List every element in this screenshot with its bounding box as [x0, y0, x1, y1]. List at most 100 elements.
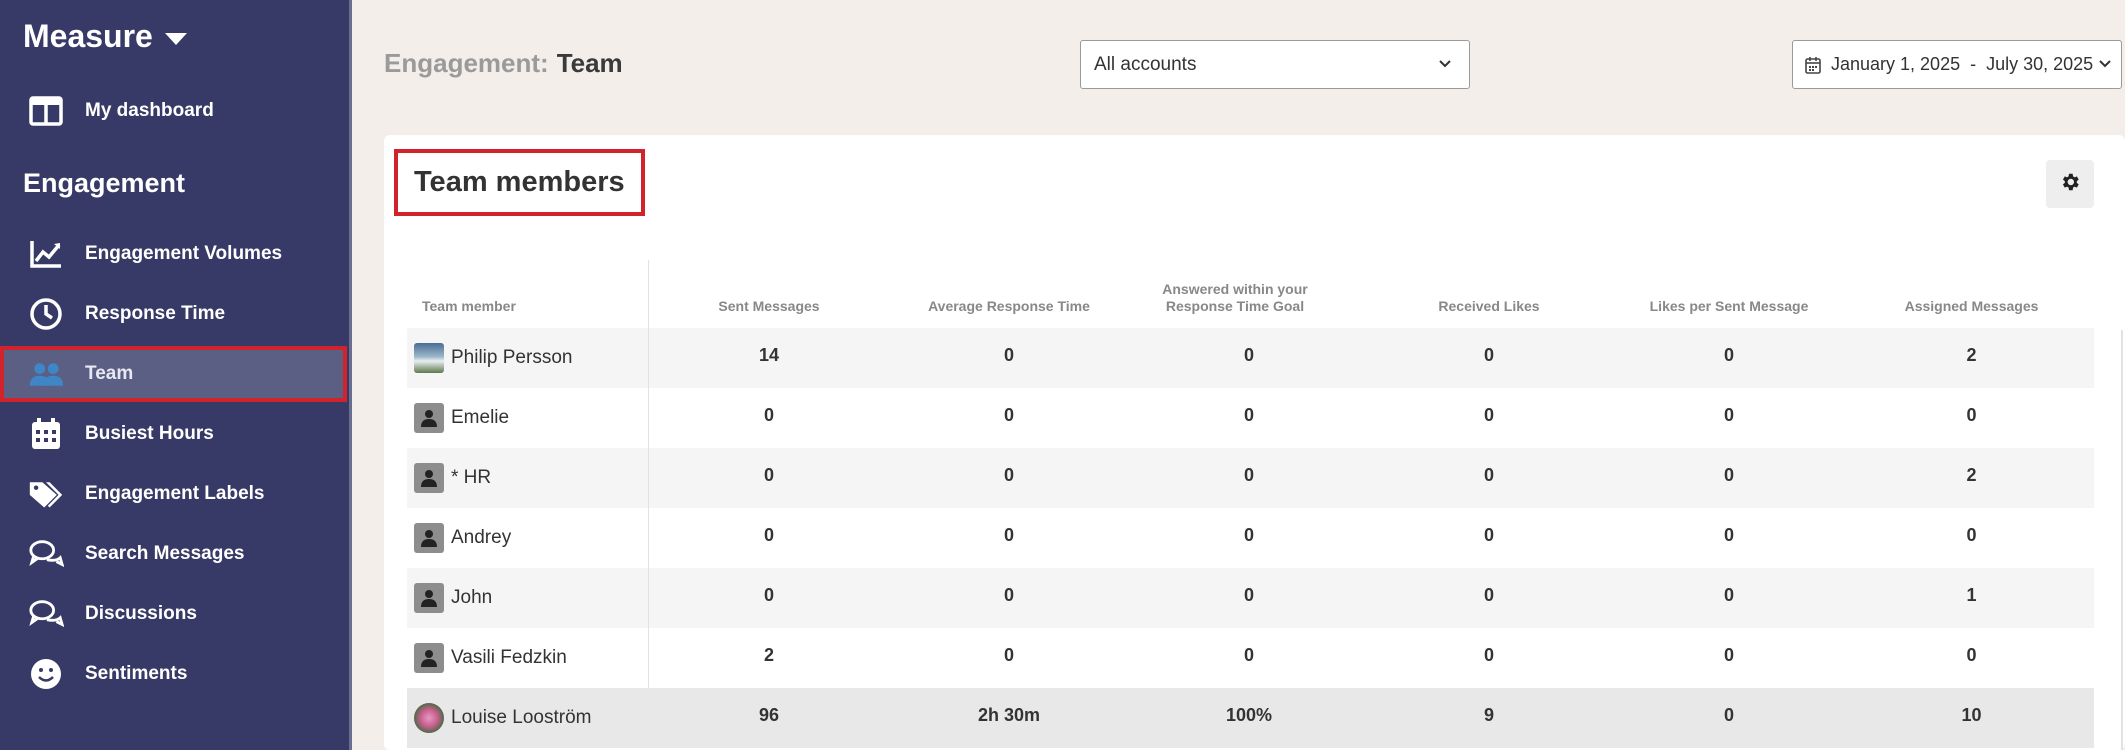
- cell-sent-messages: 0: [763, 464, 774, 485]
- date-range-end: July 30, 2025: [1986, 54, 2094, 74]
- user-icon: [421, 410, 437, 427]
- team-member-cell: * HR: [407, 448, 649, 508]
- column-header-received-likes[interactable]: Received Likes: [1369, 260, 1609, 328]
- chat-bubbles-icon: [28, 536, 64, 572]
- sidebar-item-label: Engagement Labels: [85, 483, 265, 504]
- date-range-separator: -: [1970, 54, 1977, 74]
- chevron-down-icon: [2097, 56, 2113, 77]
- team-member-name[interactable]: Louise Looström: [451, 707, 591, 729]
- smiley-icon: [28, 656, 64, 692]
- people-icon: [28, 356, 64, 392]
- user-icon: [421, 470, 437, 487]
- cell-sent-messages: 96: [758, 704, 780, 725]
- table-header: Team member Sent Messages Average Respon…: [407, 260, 2094, 328]
- team-member-name[interactable]: Vasili Fedzkin: [451, 647, 567, 669]
- column-header-average-response-time[interactable]: Average Response Time: [889, 260, 1129, 328]
- team-member-cell: Louise Looström: [407, 688, 649, 748]
- sidebar-item-search-messages[interactable]: Search Messages: [0, 526, 345, 582]
- column-header-team-member[interactable]: Team member: [407, 260, 649, 328]
- cell-answered-within-goal: 100%: [1225, 704, 1273, 725]
- cell-sent-messages: 0: [763, 584, 774, 605]
- cell-average-response-time: 0: [1003, 584, 1014, 605]
- cell-answered-within-goal: 0: [1243, 644, 1254, 665]
- team-member-name[interactable]: Andrey: [451, 527, 511, 549]
- sidebar-item-engagement-labels[interactable]: Engagement Labels: [0, 466, 345, 522]
- date-range-select[interactable]: January 1, 2025 - July 30, 2025: [1792, 40, 2122, 89]
- account-select[interactable]: All accounts: [1080, 40, 1470, 89]
- cell-average-response-time: 0: [1003, 464, 1014, 485]
- settings-button[interactable]: [2046, 160, 2094, 208]
- sidebar-item-sentiments[interactable]: Sentiments: [0, 646, 345, 702]
- cell-assigned-messages: 0: [1966, 644, 1977, 665]
- cell-answered-within-goal: 0: [1243, 404, 1254, 425]
- sidebar: Measure My dashboard Engagement Engageme…: [0, 0, 352, 750]
- clock-icon: [28, 296, 64, 332]
- cell-likes-per-sent-message: 0: [1723, 524, 1734, 545]
- team-member-cell: Philip Persson: [407, 328, 649, 388]
- sidebar-item-label: Search Messages: [85, 543, 245, 564]
- cell-received-likes: 0: [1483, 344, 1494, 365]
- column-header-assigned-messages[interactable]: Assigned Messages: [1849, 260, 2094, 328]
- table-scrollbar[interactable]: [2121, 330, 2123, 750]
- sidebar-item-label: Sentiments: [85, 663, 188, 684]
- gear-icon: [2059, 171, 2081, 198]
- team-member-cell: Andrey: [407, 508, 649, 568]
- dashboard-icon: [28, 93, 64, 129]
- sidebar-item-busiest-hours[interactable]: Busiest Hours: [0, 406, 345, 462]
- team-member-name[interactable]: * HR: [451, 467, 491, 489]
- sidebar-item-team[interactable]: Team: [0, 346, 347, 402]
- sidebar-item-label: Team: [85, 363, 134, 384]
- cell-average-response-time: 0: [1003, 644, 1014, 665]
- trend-chart-icon: [28, 236, 64, 272]
- sidebar-item-discussions[interactable]: Discussions: [0, 586, 345, 642]
- cell-sent-messages: 0: [763, 524, 774, 545]
- sidebar-item-label: Engagement Volumes: [85, 243, 283, 264]
- user-icon: [421, 650, 437, 667]
- team-member-cell: Emelie: [407, 388, 649, 448]
- page-title-prefix: Engagement:: [384, 48, 549, 78]
- column-header-sent-messages[interactable]: Sent Messages: [649, 260, 889, 328]
- sidebar-item-response-time[interactable]: Response Time: [0, 286, 345, 342]
- team-member-cell: John: [407, 568, 649, 628]
- measure-menu[interactable]: Measure: [23, 18, 187, 55]
- cell-answered-within-goal: 0: [1243, 584, 1254, 605]
- cell-likes-per-sent-message: 0: [1723, 704, 1734, 725]
- table-row: Vasili Fedzkin 2 0 0 0 0 0: [407, 628, 2094, 688]
- sidebar-item-my-dashboard[interactable]: My dashboard: [0, 83, 345, 139]
- table-row: Andrey 0 0 0 0 0 0: [407, 508, 2094, 568]
- sidebar-section-engagement: Engagement: [23, 168, 186, 198]
- team-member-name[interactable]: Philip Persson: [451, 347, 572, 369]
- sidebar-item-label: My dashboard: [85, 100, 214, 121]
- chevron-down-icon: [1437, 56, 1453, 78]
- cell-answered-within-goal: 0: [1243, 464, 1254, 485]
- page-title: Engagement: Team: [384, 48, 623, 79]
- cell-likes-per-sent-message: 0: [1723, 644, 1734, 665]
- cell-assigned-messages: 2: [1966, 344, 1977, 365]
- page-title-current: Team: [556, 48, 623, 78]
- avatar: [414, 643, 444, 673]
- cell-average-response-time: 2h 30m: [977, 704, 1041, 725]
- cell-received-likes: 0: [1483, 464, 1494, 485]
- avatar: [414, 403, 444, 433]
- cell-answered-within-goal: 0: [1243, 344, 1254, 365]
- cell-likes-per-sent-message: 0: [1723, 404, 1734, 425]
- table-row: Emelie 0 0 0 0 0 0: [407, 388, 2094, 448]
- team-member-name[interactable]: Emelie: [451, 407, 509, 429]
- user-icon: [421, 590, 437, 607]
- sidebar-item-label: Busiest Hours: [85, 423, 214, 444]
- sidebar-item-engagement-volumes[interactable]: Engagement Volumes: [0, 226, 345, 282]
- sidebar-item-label: Discussions: [85, 603, 197, 624]
- column-header-answered-within-goal[interactable]: Answered within your Response Time Goal: [1144, 260, 1326, 328]
- table-row: John 0 0 0 0 0 1: [407, 568, 2094, 628]
- team-member-cell: Vasili Fedzkin: [407, 628, 649, 688]
- cell-sent-messages: 2: [763, 644, 774, 665]
- cell-answered-within-goal: 0: [1243, 524, 1254, 545]
- table-row: Louise Looström 96 2h 30m 100% 9 0 10: [407, 688, 2094, 748]
- cell-sent-messages: 14: [758, 344, 780, 365]
- avatar: [414, 343, 444, 373]
- team-members-table: Team member Sent Messages Average Respon…: [407, 260, 2094, 748]
- measure-title: Measure: [23, 18, 153, 54]
- avatar: [414, 463, 444, 493]
- column-header-likes-per-sent-message[interactable]: Likes per Sent Message: [1609, 260, 1849, 328]
- team-member-name[interactable]: John: [451, 587, 492, 609]
